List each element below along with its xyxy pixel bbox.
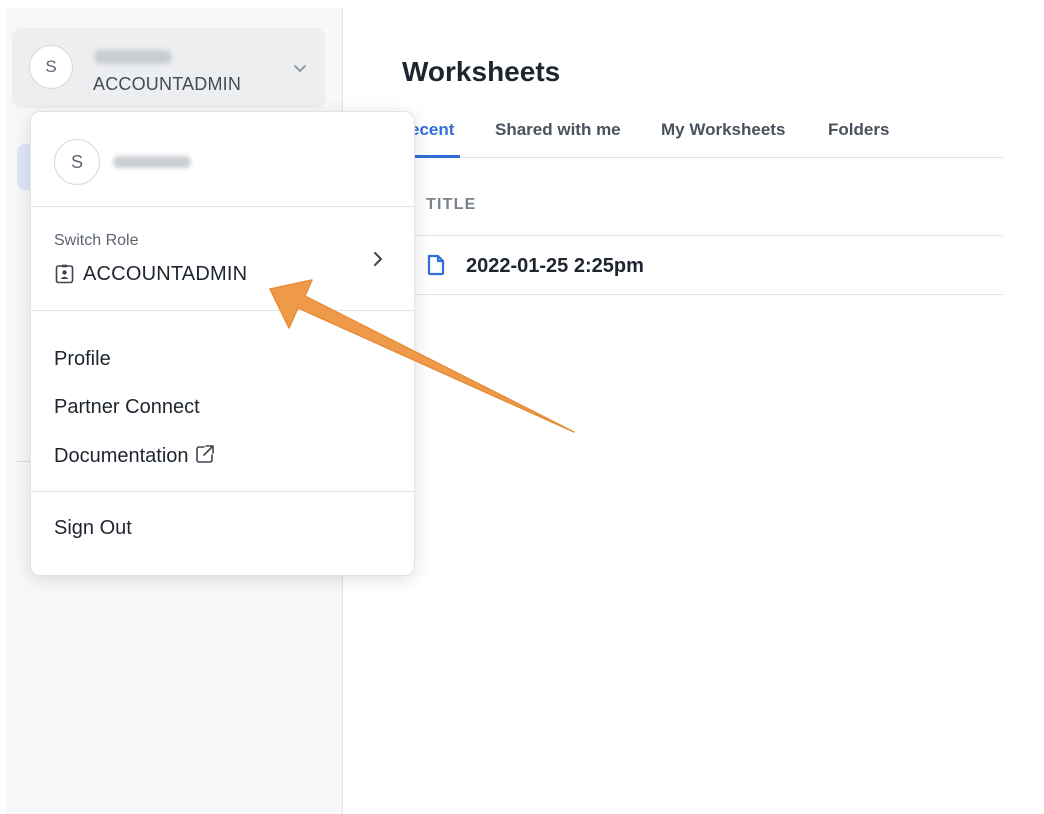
sign-out-menu-item[interactable]: Sign Out	[54, 517, 132, 540]
redacted-username	[113, 156, 191, 168]
current-role: ACCOUNTADMIN	[83, 263, 248, 285]
tab-folders[interactable]: Folders	[828, 120, 889, 140]
avatar: S	[54, 139, 100, 185]
worksheet-tabs: ecent Shared with me My Worksheets Folde…	[402, 106, 1003, 158]
documentation-menu-item[interactable]: Documentation	[54, 444, 215, 468]
page-title: Worksheets	[402, 56, 561, 87]
menu-divider	[31, 491, 414, 492]
chevron-down-icon[interactable]	[292, 60, 308, 76]
column-header-title[interactable]: TITLE	[426, 196, 476, 214]
file-icon	[427, 254, 445, 276]
role-badge-icon	[55, 264, 74, 284]
tab-my-worksheets[interactable]: My Worksheets	[661, 120, 785, 140]
avatar: S	[29, 45, 73, 89]
table-row[interactable]: 2022-01-25 2:25pm	[402, 236, 1003, 295]
worksheet-title[interactable]: 2022-01-25 2:25pm	[466, 255, 644, 278]
app-window: S ACCOUNTADMIN Worksheets ecent Shared w…	[0, 0, 1044, 814]
switch-role-label: Switch Role	[54, 232, 139, 249]
account-menu: S Switch Role ACCOUNTADMIN Profile Partn…	[30, 111, 415, 576]
profile-menu-item[interactable]: Profile	[54, 348, 111, 371]
menu-user-block: S	[31, 112, 414, 207]
external-link-icon	[195, 445, 214, 463]
tab-shared-with-me[interactable]: Shared with me	[495, 120, 621, 140]
switch-role-item[interactable]: Switch Role ACCOUNTADMIN	[31, 208, 414, 311]
account-role: ACCOUNTADMIN	[93, 74, 242, 94]
partner-connect-menu-item[interactable]: Partner Connect	[54, 396, 200, 419]
documentation-label: Documentation	[54, 445, 189, 467]
tab-recent[interactable]: ecent	[410, 120, 454, 140]
redacted-username	[94, 50, 172, 64]
chevron-right-icon	[374, 252, 382, 266]
account-switcher[interactable]: S ACCOUNTADMIN	[12, 28, 325, 108]
